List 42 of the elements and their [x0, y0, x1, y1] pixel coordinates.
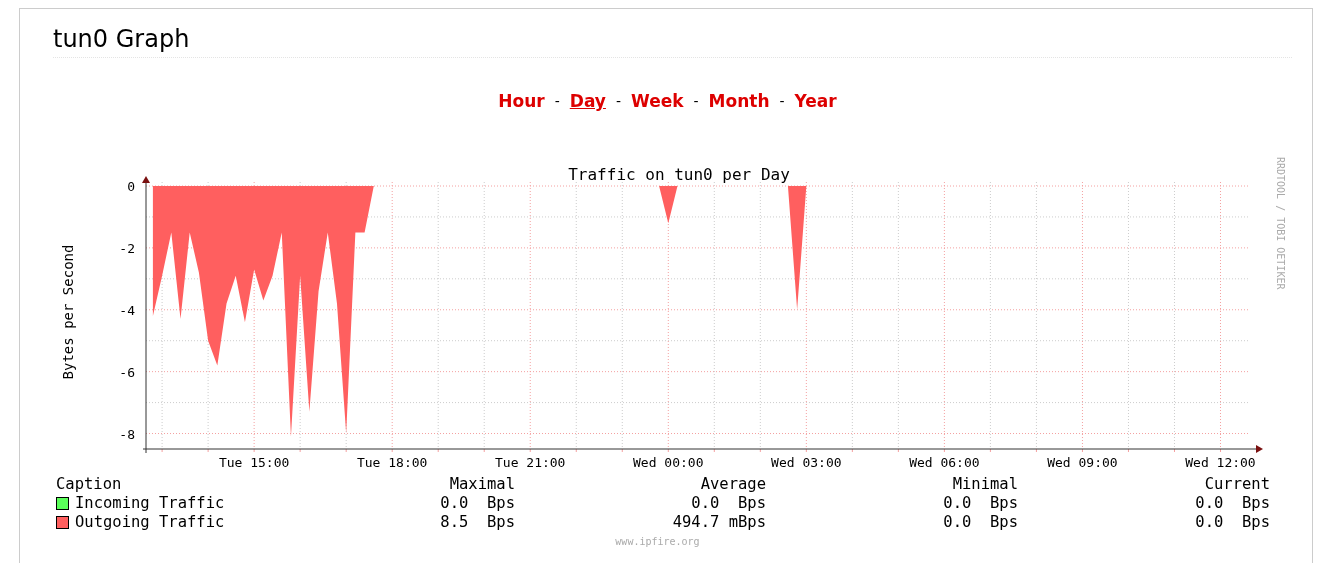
- footer-credit: www.ipfire.org: [614, 536, 701, 547]
- x-tick-label: Wed 00:00: [633, 455, 704, 470]
- x-tick-label: Wed 09:00: [1047, 455, 1118, 470]
- legend-value: 0.0 Bps: [942, 513, 1018, 532]
- x-tick-label: Wed 12:00: [1185, 455, 1256, 470]
- period-link[interactable]: Month: [708, 90, 770, 112]
- separator: -: [779, 92, 785, 111]
- y-axis-label: Bytes per Second: [60, 244, 76, 380]
- x-tick-label: Tue 21:00: [495, 455, 566, 470]
- separator: -: [693, 92, 699, 111]
- series-name: Incoming Traffic: [75, 494, 225, 513]
- x-tick-label: Tue 18:00: [356, 455, 428, 470]
- period-link[interactable]: Hour: [498, 90, 545, 112]
- page-title: tun0 Graph: [53, 23, 1292, 58]
- y-tick-label: -2: [119, 240, 135, 256]
- chart-title: Traffic on tun0 per Day: [568, 165, 790, 184]
- rrdtool-credit: RRDTOOL / TOBI OETIKER: [1275, 157, 1286, 290]
- column-header: Average: [699, 475, 766, 494]
- legend-value: 0.0 Bps: [690, 494, 766, 513]
- period-link[interactable]: Year: [794, 90, 837, 112]
- legend-value: 0.0 Bps: [1194, 494, 1270, 513]
- column-header: Maximal: [448, 475, 515, 494]
- separator: -: [615, 92, 621, 111]
- series-name: Outgoing Traffic: [75, 513, 225, 532]
- legend-value: 0.0 Bps: [439, 494, 515, 513]
- legend-value: 0.0 Bps: [942, 494, 1018, 513]
- period-link[interactable]: Week: [631, 90, 684, 112]
- x-tick-label: Wed 06:00: [909, 455, 980, 470]
- y-tick-label: -6: [119, 364, 135, 380]
- separator: -: [554, 92, 560, 111]
- legend-value: 0.0 Bps: [1194, 513, 1270, 532]
- column-header: Caption: [56, 475, 123, 494]
- column-header: Minimal: [951, 475, 1018, 494]
- y-tick-label: -4: [119, 302, 135, 318]
- x-tick-label: Wed 03:00: [771, 455, 842, 470]
- x-tick-label: Tue 15:00: [218, 455, 290, 470]
- legend-value: 8.5 Bps: [439, 513, 515, 532]
- period-link[interactable]: Day: [569, 90, 606, 112]
- y-tick-label: -8: [119, 426, 135, 442]
- y-tick-label: 0: [127, 179, 135, 194]
- legend-value: 494.7 mBps: [671, 513, 766, 532]
- column-header: Current: [1203, 475, 1270, 494]
